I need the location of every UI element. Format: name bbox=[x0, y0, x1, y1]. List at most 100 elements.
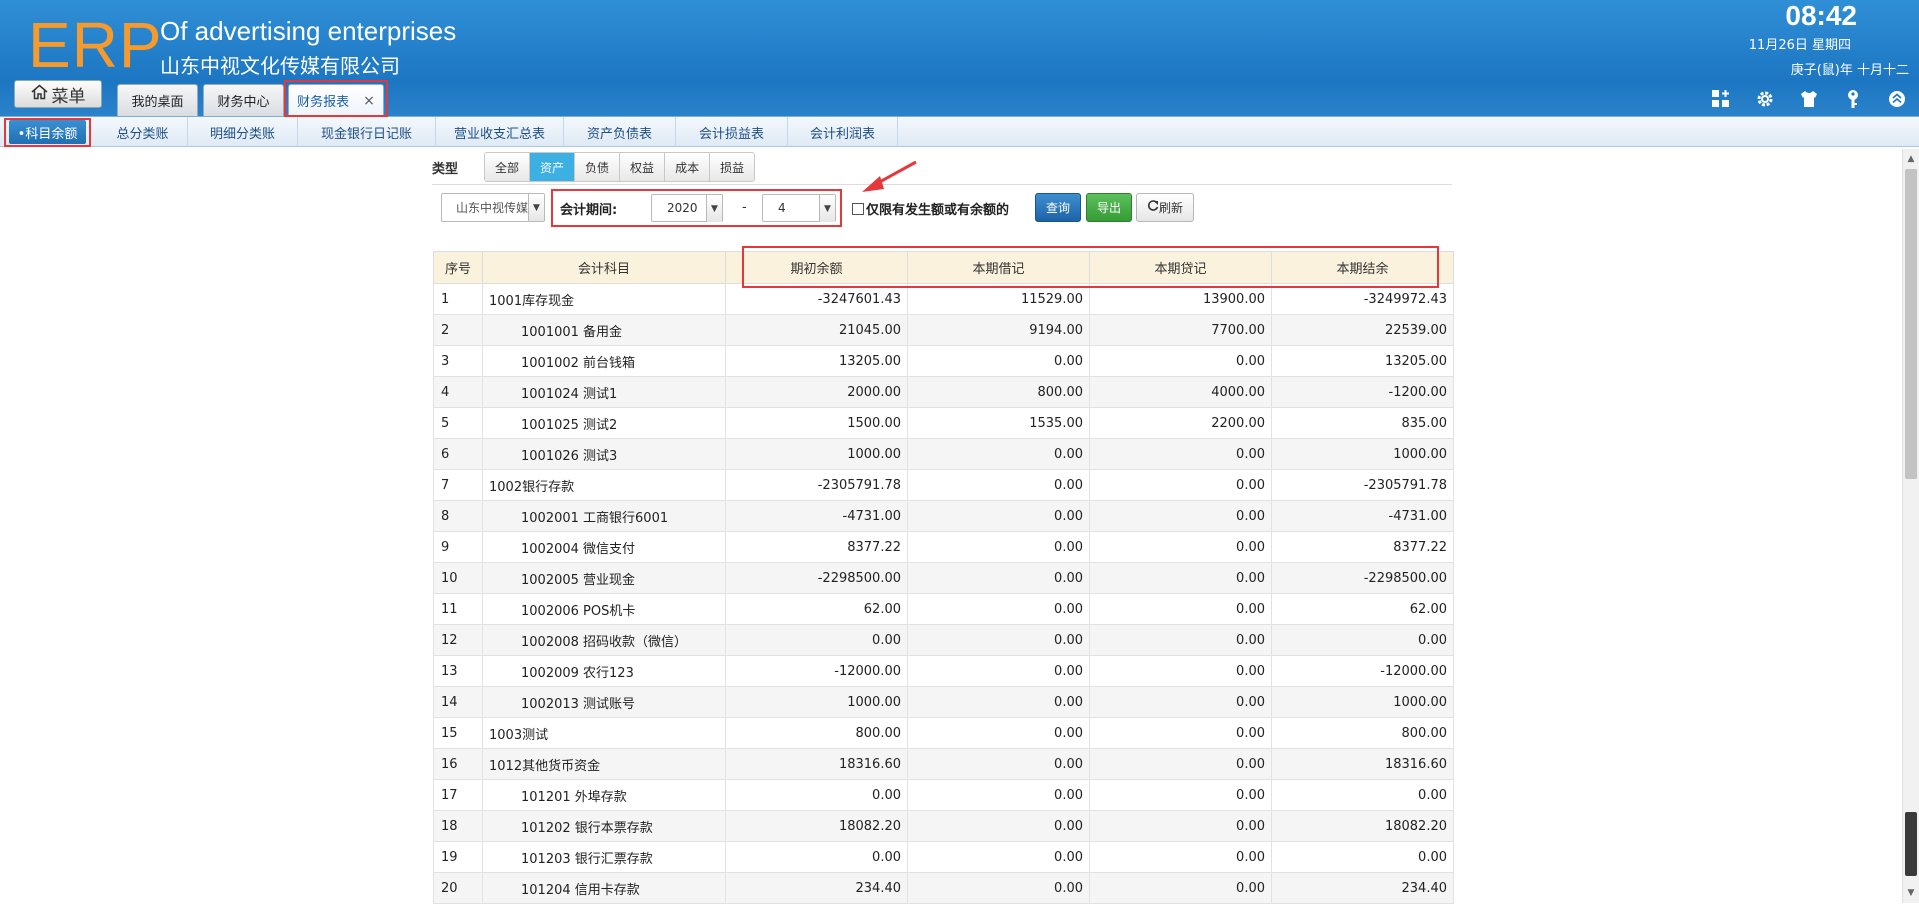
subnav-income-statement[interactable]: 会计损益表 bbox=[676, 117, 788, 147]
row-credit: 0.00 bbox=[1089, 748, 1272, 780]
table-row[interactable]: 7 1002银行存款 -2305791.78 0.00 0.00 -2305791.78 bbox=[433, 469, 1454, 501]
scroll-up-icon[interactable]: ▲ bbox=[1903, 151, 1919, 167]
refresh-button[interactable]: 刷新 bbox=[1136, 193, 1194, 222]
subnav-cash-bank-journal[interactable]: 现金银行日记账 bbox=[298, 117, 436, 147]
table-row[interactable]: 18 101202 银行本票存款 18082.20 0.00 0.00 18082.20 bbox=[433, 810, 1454, 842]
table-row[interactable]: 8 1002001 工商银行6001 -4731.00 0.00 0.00 -4731.0… bbox=[433, 500, 1454, 532]
table-row[interactable]: 4 1001024 测试1 2000.00 800.00 4000.00 -1200.00 bbox=[433, 376, 1454, 408]
row-number: 15 bbox=[433, 717, 483, 749]
period-separator: - bbox=[742, 200, 747, 215]
table-row[interactable]: 12 1002008 招码收款（微信） 0.00 0.00 0.00 0.00 bbox=[433, 624, 1454, 656]
scroll-down-icon[interactable]: ▼ bbox=[1903, 885, 1919, 901]
subnav-income-expense-summary[interactable]: 营业收支汇总表 bbox=[436, 117, 564, 147]
table-row[interactable]: 17 101201 外埠存款 0.00 0.00 0.00 0.00 bbox=[433, 779, 1454, 811]
subnav-subject-balance[interactable]: •科目余额 bbox=[9, 120, 86, 144]
row-number: 7 bbox=[433, 469, 483, 501]
row-debit: 1535.00 bbox=[907, 407, 1090, 439]
row-debit: 0.00 bbox=[907, 438, 1090, 470]
type-all[interactable]: 全部 bbox=[485, 153, 531, 181]
row-credit: 0.00 bbox=[1089, 841, 1272, 873]
col-header-no: 序号 bbox=[433, 251, 483, 284]
tab-label: 财务报表 bbox=[297, 95, 350, 110]
row-opening-balance: -12000.00 bbox=[725, 655, 908, 687]
row-number: 11 bbox=[433, 593, 483, 625]
row-debit: 0.00 bbox=[907, 810, 1090, 842]
table-row[interactable]: 13 1002009 农行123 -12000.00 0.00 0.00 -12000.0… bbox=[433, 655, 1454, 687]
row-opening-balance: 1000.00 bbox=[725, 686, 908, 718]
table-row[interactable]: 19 101203 银行汇票存款 0.00 0.00 0.00 0.00 bbox=[433, 841, 1454, 873]
clock-time: 08:42 bbox=[1785, 0, 1857, 31]
row-subject: 1002005 营业现金 bbox=[482, 562, 726, 594]
tab-label: 我的桌面 bbox=[131, 95, 184, 110]
row-opening-balance: 2000.00 bbox=[725, 376, 908, 408]
company-select[interactable]: 山东中视传媒 ▼ bbox=[441, 193, 545, 222]
subject-balance-table: 序号 会计科目 期初余额 本期借记 本期贷记 本期结余 1 1001库存现金 -32… bbox=[433, 251, 1454, 904]
row-subject: 1002004 微信支付 bbox=[482, 531, 726, 563]
table-row[interactable]: 10 1002005 营业现金 -2298500.00 0.00 0.00 -229850… bbox=[433, 562, 1454, 594]
tab-my-desktop[interactable]: 我的桌面 bbox=[117, 84, 198, 116]
query-button[interactable]: 查询 bbox=[1035, 193, 1081, 222]
row-closing-balance: -3249972.43 bbox=[1271, 283, 1454, 315]
row-opening-balance: -2298500.00 bbox=[725, 562, 908, 594]
row-opening-balance: 0.00 bbox=[725, 779, 908, 811]
table-row[interactable]: 2 1001001 备用金 21045.00 9194.00 7700.00 22539.… bbox=[433, 314, 1454, 346]
row-number: 8 bbox=[433, 500, 483, 532]
vertical-scrollbar[interactable]: ▲ ▼ bbox=[1902, 149, 1919, 903]
row-number: 10 bbox=[433, 562, 483, 594]
row-credit: 13900.00 bbox=[1089, 283, 1272, 315]
type-equity[interactable]: 权益 bbox=[620, 153, 666, 181]
row-opening-balance: 8377.22 bbox=[725, 531, 908, 563]
row-closing-balance: -2298500.00 bbox=[1271, 562, 1454, 594]
row-closing-balance: -4731.00 bbox=[1271, 500, 1454, 532]
row-credit: 0.00 bbox=[1089, 438, 1272, 470]
row-credit: 0.00 bbox=[1089, 469, 1272, 501]
month-select[interactable]: 4 ▼ bbox=[762, 194, 836, 222]
row-number: 1 bbox=[433, 283, 483, 315]
subnav-profit-statement[interactable]: 会计利润表 bbox=[788, 117, 898, 147]
gear-icon[interactable] bbox=[1743, 84, 1787, 114]
table-row[interactable]: 9 1002004 微信支付 8377.22 0.00 0.00 8377.22 bbox=[433, 531, 1454, 563]
skin-icon[interactable] bbox=[1787, 84, 1831, 114]
row-number: 20 bbox=[433, 872, 483, 904]
tab-financial-reports[interactable]: 财务报表 × bbox=[288, 84, 384, 116]
table-row[interactable]: 15 1003测试 800.00 0.00 0.00 800.00 bbox=[433, 717, 1454, 749]
year-select[interactable]: 2020 ▼ bbox=[651, 194, 723, 222]
table-row[interactable]: 16 1012其他货币资金 18316.60 0.00 0.00 18316.60 bbox=[433, 748, 1454, 780]
menu-button[interactable]: 菜单 bbox=[14, 80, 102, 108]
collapse-icon[interactable] bbox=[1875, 84, 1919, 114]
table-body: 1 1001库存现金 -3247601.43 11529.00 13900.00 -324… bbox=[433, 283, 1454, 904]
row-subject: 1001025 测试2 bbox=[482, 407, 726, 439]
toolbar-icons bbox=[1699, 84, 1919, 114]
row-opening-balance: 62.00 bbox=[725, 593, 908, 625]
row-closing-balance: -12000.00 bbox=[1271, 655, 1454, 687]
table-row[interactable]: 6 1001026 测试3 1000.00 0.00 0.00 1000.00 bbox=[433, 438, 1454, 470]
subnav-detail-ledger[interactable]: 明细分类账 bbox=[188, 117, 298, 147]
row-opening-balance: 18082.20 bbox=[725, 810, 908, 842]
key-icon[interactable] bbox=[1831, 84, 1875, 114]
checkbox-box[interactable] bbox=[852, 202, 864, 215]
table-row[interactable]: 1 1001库存现金 -3247601.43 11529.00 13900.00 -324… bbox=[433, 283, 1454, 315]
only-nonzero-checkbox[interactable]: 仅限有发生额或有余额的 bbox=[852, 199, 1009, 218]
tab-label: 财务中心 bbox=[217, 95, 270, 110]
close-icon[interactable]: × bbox=[363, 93, 375, 109]
type-label: 类型 bbox=[432, 162, 459, 177]
table-row[interactable]: 14 1002013 测试账号 1000.00 0.00 0.00 1000.00 bbox=[433, 686, 1454, 718]
type-profit-loss[interactable]: 损益 bbox=[710, 153, 755, 181]
table-row[interactable]: 11 1002006 POS机卡 62.00 0.00 0.00 62.00 bbox=[433, 593, 1454, 625]
app-header: ERP Of advertising enterprises 山东中视文化传媒有… bbox=[0, 0, 1919, 116]
add-widget-icon[interactable] bbox=[1699, 84, 1743, 114]
subnav-general-ledger[interactable]: 总分类账 bbox=[98, 117, 188, 147]
side-widget-handle[interactable] bbox=[1905, 812, 1917, 876]
scroll-thumb[interactable] bbox=[1905, 169, 1917, 479]
tab-finance-center[interactable]: 财务中心 bbox=[203, 84, 284, 116]
type-cost[interactable]: 成本 bbox=[665, 153, 711, 181]
table-row[interactable]: 5 1001025 测试2 1500.00 1535.00 2200.00 835.00 bbox=[433, 407, 1454, 439]
type-liabilities[interactable]: 负债 bbox=[575, 153, 621, 181]
row-debit: 0.00 bbox=[907, 872, 1090, 904]
row-closing-balance: 13205.00 bbox=[1271, 345, 1454, 377]
table-row[interactable]: 20 101204 信用卡存款 234.40 0.00 0.00 234.40 bbox=[433, 872, 1454, 904]
table-row[interactable]: 3 1001002 前台钱箱 13205.00 0.00 0.00 13205.00 bbox=[433, 345, 1454, 377]
type-assets[interactable]: 资产 bbox=[530, 153, 576, 181]
subnav-balance-sheet[interactable]: 资产负债表 bbox=[564, 117, 676, 147]
export-button[interactable]: 导出 bbox=[1086, 193, 1132, 222]
